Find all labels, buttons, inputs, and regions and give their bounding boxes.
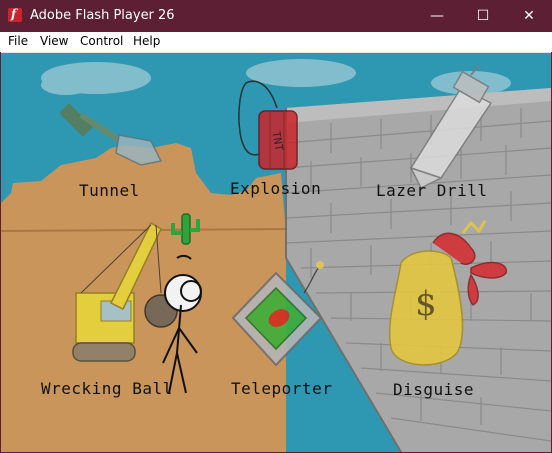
option-explosion[interactable]: Explosion [230, 179, 321, 198]
menu-view[interactable]: View [40, 34, 68, 48]
game-stage: TNT $ Tunnel Explosion Lazer Drill Wreck… [1, 53, 551, 452]
maximize-icon: ☐ [476, 8, 490, 24]
option-wrecking-ball[interactable]: Wrecking Ball [41, 379, 173, 398]
title-bar: f Adobe Flash Player 26 — ☐ ✕ [0, 0, 552, 32]
menu-control[interactable]: Control [80, 34, 123, 48]
minimize-icon: — [430, 8, 444, 24]
maximize-button[interactable]: ☐ [460, 0, 506, 32]
close-button[interactable]: ✕ [506, 0, 552, 32]
menu-file[interactable]: File [8, 34, 28, 48]
menu-help[interactable]: Help [133, 34, 160, 48]
window-title: Adobe Flash Player 26 [30, 8, 175, 23]
close-icon: ✕ [523, 8, 535, 24]
menu-bar: File View Control Help [0, 32, 552, 53]
flash-app-icon: f [8, 7, 22, 22]
money-symbol: $ [415, 284, 437, 324]
option-disguise[interactable]: Disguise [393, 380, 474, 399]
option-lazer-drill[interactable]: Lazer Drill [376, 181, 487, 200]
minimize-button[interactable]: — [414, 0, 460, 32]
option-tunnel[interactable]: Tunnel [79, 181, 140, 200]
option-teleporter[interactable]: Teleporter [231, 379, 332, 398]
